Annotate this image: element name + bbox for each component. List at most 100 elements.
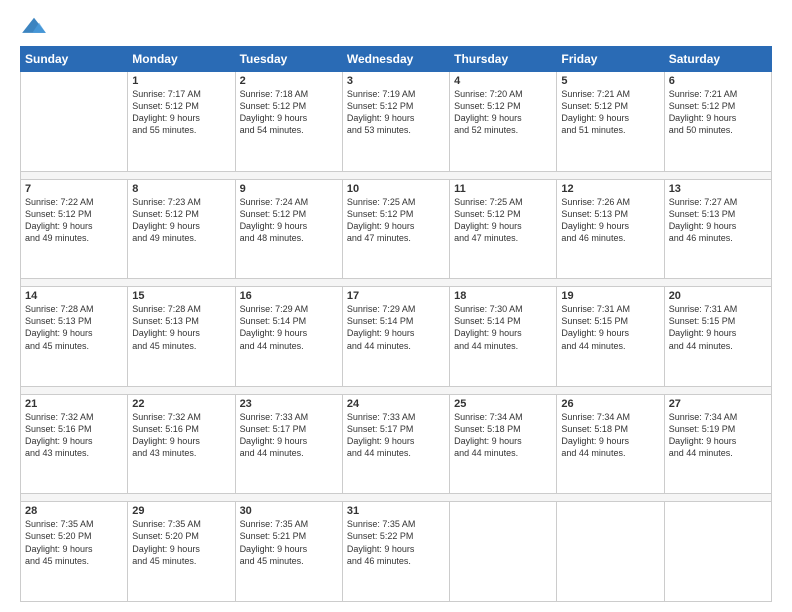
day-info: Sunrise: 7:29 AM Sunset: 5:14 PM Dayligh… xyxy=(347,303,445,352)
day-info: Sunrise: 7:18 AM Sunset: 5:12 PM Dayligh… xyxy=(240,88,338,137)
day-info: Sunrise: 7:33 AM Sunset: 5:17 PM Dayligh… xyxy=(347,411,445,460)
day-number: 26 xyxy=(561,398,659,410)
separator-cell xyxy=(128,494,235,502)
separator-cell xyxy=(21,279,128,287)
day-number: 12 xyxy=(561,183,659,195)
day-cell: 2Sunrise: 7:18 AM Sunset: 5:12 PM Daylig… xyxy=(235,72,342,172)
separator-cell xyxy=(450,386,557,394)
day-info: Sunrise: 7:35 AM Sunset: 5:20 PM Dayligh… xyxy=(132,518,230,567)
day-info: Sunrise: 7:32 AM Sunset: 5:16 PM Dayligh… xyxy=(25,411,123,460)
day-cell: 16Sunrise: 7:29 AM Sunset: 5:14 PM Dayli… xyxy=(235,287,342,387)
day-cell: 25Sunrise: 7:34 AM Sunset: 5:18 PM Dayli… xyxy=(450,394,557,494)
day-info: Sunrise: 7:23 AM Sunset: 5:12 PM Dayligh… xyxy=(132,196,230,245)
day-cell: 27Sunrise: 7:34 AM Sunset: 5:19 PM Dayli… xyxy=(664,394,771,494)
separator-cell xyxy=(342,494,449,502)
day-number: 11 xyxy=(454,183,552,195)
week-row-5: 28Sunrise: 7:35 AM Sunset: 5:20 PM Dayli… xyxy=(21,502,772,602)
day-info: Sunrise: 7:35 AM Sunset: 5:20 PM Dayligh… xyxy=(25,518,123,567)
day-number: 22 xyxy=(132,398,230,410)
day-cell: 1Sunrise: 7:17 AM Sunset: 5:12 PM Daylig… xyxy=(128,72,235,172)
day-cell: 17Sunrise: 7:29 AM Sunset: 5:14 PM Dayli… xyxy=(342,287,449,387)
day-cell: 28Sunrise: 7:35 AM Sunset: 5:20 PM Dayli… xyxy=(21,502,128,602)
day-info: Sunrise: 7:25 AM Sunset: 5:12 PM Dayligh… xyxy=(454,196,552,245)
separator-cell xyxy=(128,171,235,179)
day-info: Sunrise: 7:27 AM Sunset: 5:13 PM Dayligh… xyxy=(669,196,767,245)
day-info: Sunrise: 7:19 AM Sunset: 5:12 PM Dayligh… xyxy=(347,88,445,137)
day-number: 16 xyxy=(240,290,338,302)
day-info: Sunrise: 7:21 AM Sunset: 5:12 PM Dayligh… xyxy=(561,88,659,137)
week-separator xyxy=(21,171,772,179)
day-info: Sunrise: 7:34 AM Sunset: 5:18 PM Dayligh… xyxy=(454,411,552,460)
day-info: Sunrise: 7:26 AM Sunset: 5:13 PM Dayligh… xyxy=(561,196,659,245)
separator-cell xyxy=(557,279,664,287)
day-info: Sunrise: 7:25 AM Sunset: 5:12 PM Dayligh… xyxy=(347,196,445,245)
day-info: Sunrise: 7:20 AM Sunset: 5:12 PM Dayligh… xyxy=(454,88,552,137)
day-info: Sunrise: 7:28 AM Sunset: 5:13 PM Dayligh… xyxy=(25,303,123,352)
page: SundayMondayTuesdayWednesdayThursdayFrid… xyxy=(0,0,792,612)
day-number: 15 xyxy=(132,290,230,302)
week-separator xyxy=(21,279,772,287)
day-number: 10 xyxy=(347,183,445,195)
day-info: Sunrise: 7:21 AM Sunset: 5:12 PM Dayligh… xyxy=(669,88,767,137)
day-number: 29 xyxy=(132,505,230,517)
separator-cell xyxy=(557,494,664,502)
day-cell: 15Sunrise: 7:28 AM Sunset: 5:13 PM Dayli… xyxy=(128,287,235,387)
day-info: Sunrise: 7:34 AM Sunset: 5:19 PM Dayligh… xyxy=(669,411,767,460)
day-cell: 26Sunrise: 7:34 AM Sunset: 5:18 PM Dayli… xyxy=(557,394,664,494)
day-cell: 22Sunrise: 7:32 AM Sunset: 5:16 PM Dayli… xyxy=(128,394,235,494)
day-cell: 3Sunrise: 7:19 AM Sunset: 5:12 PM Daylig… xyxy=(342,72,449,172)
col-header-tuesday: Tuesday xyxy=(235,47,342,72)
day-cell: 30Sunrise: 7:35 AM Sunset: 5:21 PM Dayli… xyxy=(235,502,342,602)
week-row-2: 7Sunrise: 7:22 AM Sunset: 5:12 PM Daylig… xyxy=(21,179,772,279)
day-number: 7 xyxy=(25,183,123,195)
col-header-sunday: Sunday xyxy=(21,47,128,72)
day-number: 17 xyxy=(347,290,445,302)
logo-icon xyxy=(20,16,48,38)
day-number: 3 xyxy=(347,75,445,87)
day-cell xyxy=(557,502,664,602)
header xyxy=(20,16,772,38)
day-cell: 23Sunrise: 7:33 AM Sunset: 5:17 PM Dayli… xyxy=(235,394,342,494)
separator-cell xyxy=(235,171,342,179)
day-cell: 13Sunrise: 7:27 AM Sunset: 5:13 PM Dayli… xyxy=(664,179,771,279)
day-info: Sunrise: 7:30 AM Sunset: 5:14 PM Dayligh… xyxy=(454,303,552,352)
separator-cell xyxy=(664,279,771,287)
day-number: 9 xyxy=(240,183,338,195)
separator-cell xyxy=(450,279,557,287)
week-separator xyxy=(21,494,772,502)
day-number: 28 xyxy=(25,505,123,517)
day-number: 19 xyxy=(561,290,659,302)
separator-cell xyxy=(235,494,342,502)
day-number: 14 xyxy=(25,290,123,302)
day-number: 20 xyxy=(669,290,767,302)
separator-cell xyxy=(128,279,235,287)
separator-cell xyxy=(21,494,128,502)
col-header-saturday: Saturday xyxy=(664,47,771,72)
separator-cell xyxy=(342,171,449,179)
day-info: Sunrise: 7:17 AM Sunset: 5:12 PM Dayligh… xyxy=(132,88,230,137)
day-cell: 21Sunrise: 7:32 AM Sunset: 5:16 PM Dayli… xyxy=(21,394,128,494)
separator-cell xyxy=(450,171,557,179)
day-cell: 14Sunrise: 7:28 AM Sunset: 5:13 PM Dayli… xyxy=(21,287,128,387)
day-cell: 8Sunrise: 7:23 AM Sunset: 5:12 PM Daylig… xyxy=(128,179,235,279)
day-cell: 7Sunrise: 7:22 AM Sunset: 5:12 PM Daylig… xyxy=(21,179,128,279)
day-number: 24 xyxy=(347,398,445,410)
day-number: 30 xyxy=(240,505,338,517)
day-number: 23 xyxy=(240,398,338,410)
day-cell: 4Sunrise: 7:20 AM Sunset: 5:12 PM Daylig… xyxy=(450,72,557,172)
col-header-monday: Monday xyxy=(128,47,235,72)
day-info: Sunrise: 7:35 AM Sunset: 5:22 PM Dayligh… xyxy=(347,518,445,567)
separator-cell xyxy=(557,171,664,179)
day-number: 25 xyxy=(454,398,552,410)
day-number: 13 xyxy=(669,183,767,195)
week-separator xyxy=(21,386,772,394)
day-number: 6 xyxy=(669,75,767,87)
day-info: Sunrise: 7:31 AM Sunset: 5:15 PM Dayligh… xyxy=(561,303,659,352)
separator-cell xyxy=(342,279,449,287)
day-number: 2 xyxy=(240,75,338,87)
separator-cell xyxy=(235,279,342,287)
calendar-table: SundayMondayTuesdayWednesdayThursdayFrid… xyxy=(20,46,772,602)
week-row-1: 1Sunrise: 7:17 AM Sunset: 5:12 PM Daylig… xyxy=(21,72,772,172)
day-info: Sunrise: 7:28 AM Sunset: 5:13 PM Dayligh… xyxy=(132,303,230,352)
separator-cell xyxy=(128,386,235,394)
